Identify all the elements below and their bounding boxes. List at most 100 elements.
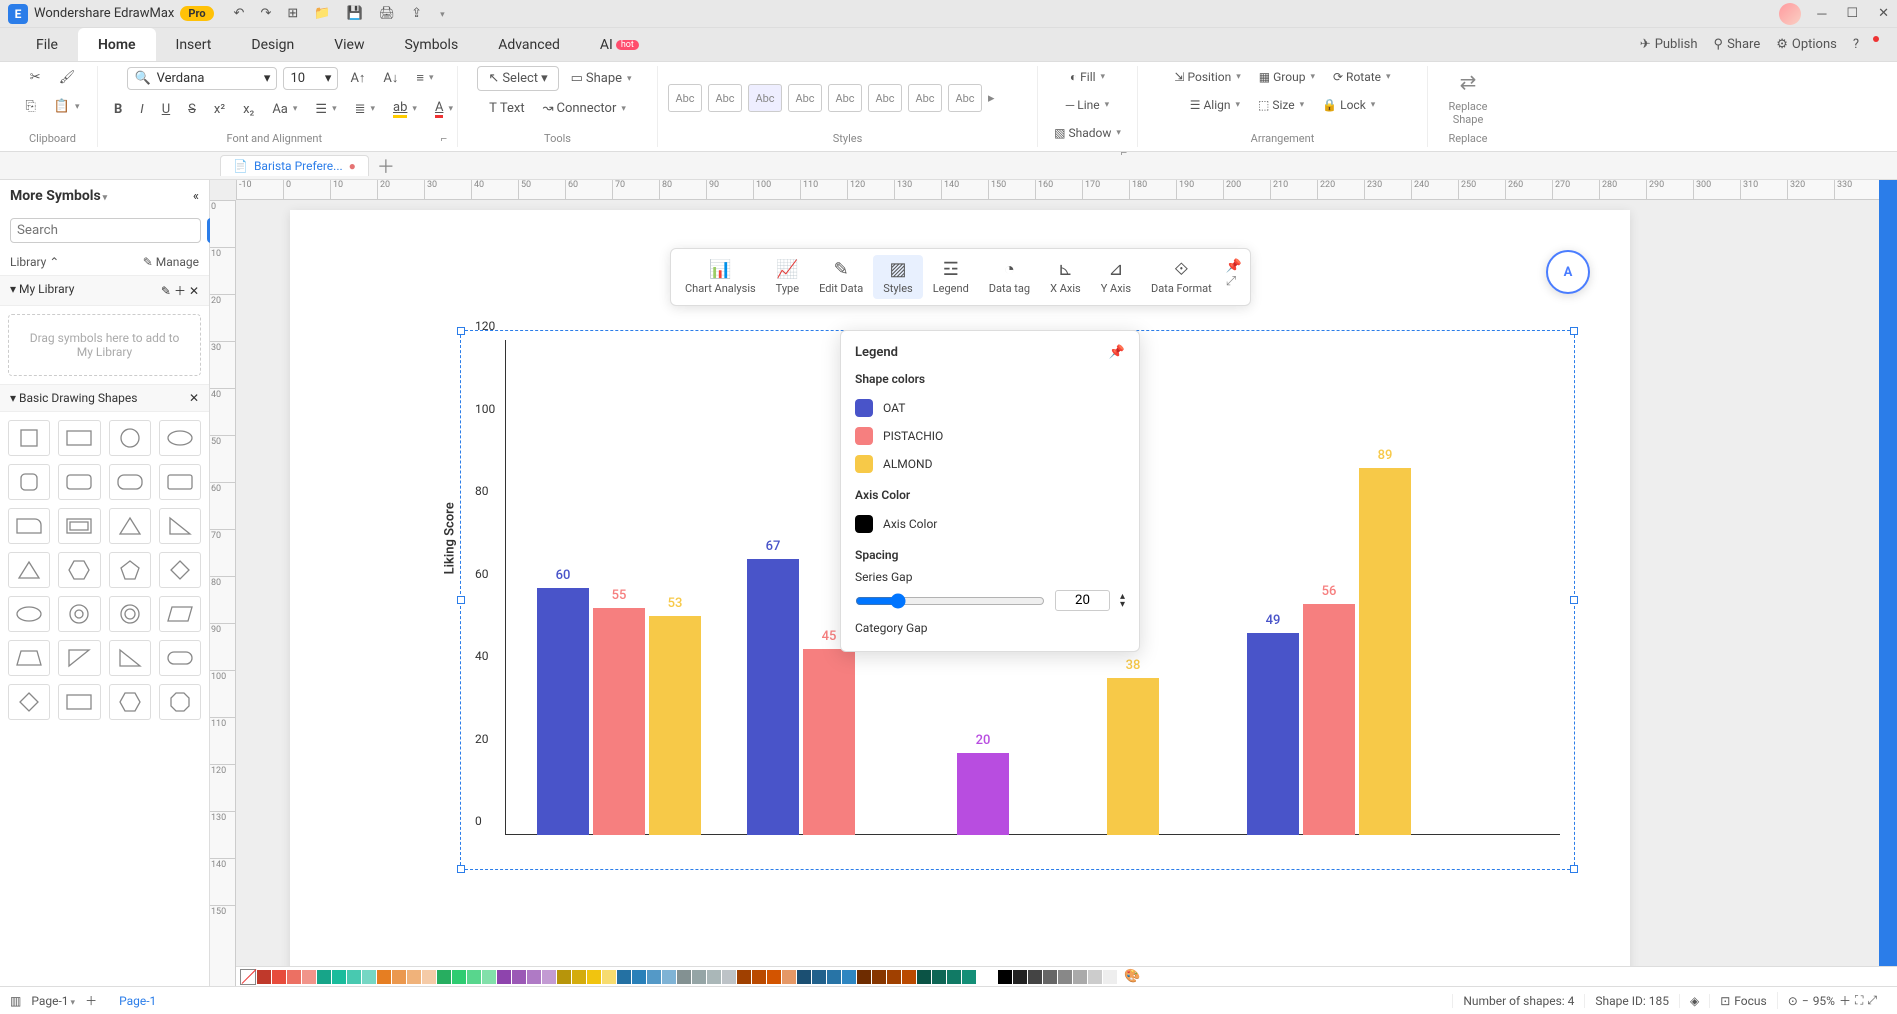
shadow-button[interactable]: ▧ Shadow [1048, 122, 1127, 144]
symbol-search-input[interactable] [10, 218, 201, 243]
color-swatch[interactable] [632, 970, 646, 984]
style-preset[interactable]: Abc [708, 84, 742, 112]
menu-advanced[interactable]: Advanced [478, 28, 580, 61]
mylib-edit-icon[interactable]: ✎ [161, 284, 171, 298]
legend-item-oat[interactable]: OAT [855, 394, 1125, 422]
styles-more-icon[interactable]: ▸ [988, 91, 995, 106]
shape-diamond[interactable] [159, 552, 201, 588]
style-preset[interactable]: Abc [908, 84, 942, 112]
color-swatch[interactable] [452, 970, 466, 984]
color-swatch[interactable] [437, 970, 451, 984]
color-swatch[interactable] [662, 970, 676, 984]
undo-icon[interactable]: ↶ [234, 6, 245, 21]
superscript-icon[interactable]: x² [208, 98, 231, 121]
replace-shape-icon[interactable]: ⇄ [1460, 70, 1477, 94]
right-edge-strip[interactable] [1879, 180, 1897, 986]
shape-triangle3[interactable] [58, 640, 100, 676]
redo-icon[interactable]: ↷ [260, 6, 271, 21]
shape-square[interactable] [8, 420, 50, 456]
gray-swatch[interactable] [1103, 970, 1117, 984]
color-swatch[interactable] [362, 970, 376, 984]
align-text-icon[interactable]: ≡ [410, 66, 439, 90]
subscript-icon[interactable]: x₂ [237, 98, 260, 121]
mylib-add-icon[interactable]: ＋ [174, 284, 186, 298]
shape-pentagon[interactable] [109, 552, 151, 588]
add-tab-icon[interactable]: ＋ [377, 153, 395, 179]
zoom-fit-icon[interactable]: ⊙ [1788, 994, 1798, 1008]
color-swatch[interactable] [527, 970, 541, 984]
color-swatch[interactable] [317, 970, 331, 984]
export-icon[interactable]: ⇪ [411, 6, 422, 21]
font-family-select[interactable]: 🔍 Verdana ▾ [127, 67, 277, 90]
ct-data-tag[interactable]: ◔Data tag [979, 255, 1040, 299]
gray-swatch[interactable] [1073, 970, 1087, 984]
shape-rounded2[interactable] [109, 464, 151, 500]
shape-rounded3[interactable] [159, 464, 201, 500]
shape-trapezoid[interactable] [8, 640, 50, 676]
layers-icon[interactable]: ◈ [1679, 994, 1709, 1008]
ai-orb-button[interactable]: A [1546, 250, 1590, 294]
ct-edit-data[interactable]: ✎Edit Data [809, 255, 873, 299]
shape-right-tri2[interactable] [109, 640, 151, 676]
series-gap-input[interactable] [1055, 590, 1110, 611]
color-swatch[interactable] [587, 970, 601, 984]
no-fill-icon[interactable] [240, 969, 256, 985]
color-swatch[interactable] [872, 970, 886, 984]
group-button[interactable]: ▦ Group [1253, 66, 1321, 88]
zoom-in-icon[interactable]: ＋ [1839, 992, 1851, 1009]
copy-icon[interactable]: ⎘ [19, 95, 41, 118]
document-tab[interactable]: 📄 Barista Prefere... ● [220, 155, 369, 176]
shape-triangle2[interactable] [8, 552, 50, 588]
menu-insert[interactable]: Insert [156, 28, 232, 61]
menu-file[interactable]: File [16, 28, 78, 61]
color-swatch[interactable] [617, 970, 631, 984]
color-swatch[interactable] [332, 970, 346, 984]
color-swatch[interactable] [407, 970, 421, 984]
rotate-button[interactable]: ⟳ Rotate [1327, 66, 1397, 88]
menu-home[interactable]: Home [78, 28, 156, 61]
color-swatch[interactable] [812, 970, 826, 984]
color-swatch[interactable] [767, 970, 781, 984]
mylib-drop-zone[interactable]: Drag symbols here to add to My Library [8, 314, 201, 376]
color-swatch[interactable] [602, 970, 616, 984]
shape-rounded[interactable] [8, 464, 50, 500]
style-preset[interactable]: Abc [788, 84, 822, 112]
color-swatch[interactable] [557, 970, 571, 984]
zoom-out-icon[interactable]: − [1802, 994, 1809, 1008]
menu-design[interactable]: Design [231, 28, 314, 61]
swatch-axis[interactable] [855, 515, 873, 533]
mylib-close-icon[interactable]: ✕ [189, 284, 199, 298]
position-button[interactable]: ⇲ Position [1168, 66, 1246, 88]
case-icon[interactable]: Aa [266, 98, 303, 121]
gray-swatch[interactable] [1013, 970, 1027, 984]
italic-icon[interactable]: I [134, 98, 149, 121]
close-icon[interactable]: ✕ [1878, 6, 1889, 22]
color-swatch[interactable] [647, 970, 661, 984]
size-button[interactable]: ⬚ Size [1252, 94, 1310, 116]
color-swatch[interactable] [287, 970, 301, 984]
save-icon[interactable]: 💾 [346, 6, 362, 21]
color-swatch[interactable] [302, 970, 316, 984]
strike-icon[interactable]: S [182, 98, 202, 121]
shape-frame[interactable] [58, 508, 100, 544]
maximize-icon[interactable]: ☐ [1846, 6, 1858, 22]
gray-swatch[interactable] [998, 970, 1012, 984]
color-swatch[interactable] [692, 970, 706, 984]
open-icon[interactable]: 📁 [314, 6, 330, 21]
mylib-section[interactable]: ▾ My Library [10, 282, 74, 299]
highlight-icon[interactable]: ab [387, 96, 423, 122]
cut-icon[interactable]: ✂ [24, 66, 47, 89]
align-button[interactable]: ☰ Align [1184, 94, 1246, 116]
page-select[interactable]: Page-1 [31, 994, 75, 1008]
color-swatch[interactable] [482, 970, 496, 984]
gray-swatch[interactable] [1058, 970, 1072, 984]
shape-hexagon[interactable] [58, 552, 100, 588]
collapse-panel-icon[interactable]: « [193, 189, 199, 204]
gray-swatch[interactable] [1043, 970, 1057, 984]
underline-icon[interactable]: U [156, 98, 176, 121]
color-swatch[interactable] [422, 970, 436, 984]
page-layout-icon[interactable]: ▥ [10, 994, 21, 1008]
color-swatch[interactable] [677, 970, 691, 984]
publish-button[interactable]: ✈ Publish [1640, 37, 1698, 52]
style-preset[interactable]: Abc [668, 84, 702, 112]
